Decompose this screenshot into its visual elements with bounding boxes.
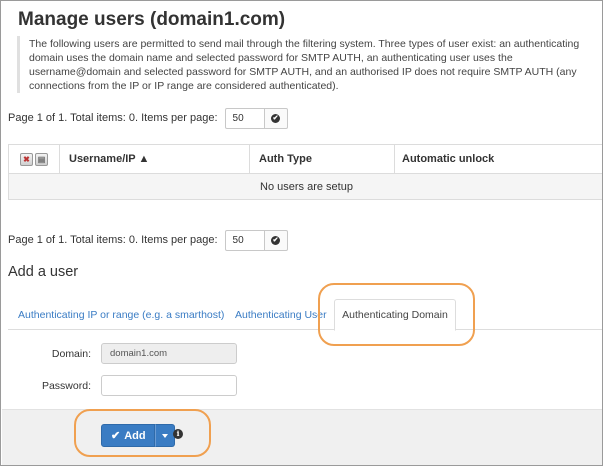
items-per-page-input-bottom[interactable]: 50 — [224, 229, 265, 251]
pager-top: Page 1 of 1. Total items: 0. Items per p… — [8, 107, 288, 129]
add-dropdown-toggle[interactable] — [154, 424, 175, 447]
add-user-tabs: Authenticating IP or range (e.g. a smart… — [8, 299, 602, 331]
info-icon[interactable]: i — [173, 429, 183, 439]
password-field[interactable] — [101, 375, 237, 396]
tab-authenticating-user[interactable]: Authenticating User — [235, 299, 327, 330]
pager-bottom-text: Page 1 of 1. Total items: 0. Items per p… — [8, 234, 218, 246]
table-empty-message: No users are setup — [9, 174, 602, 199]
items-per-page-apply-button-bottom[interactable]: ✔ — [264, 229, 288, 251]
items-per-page-apply-button-top[interactable]: ✔ — [264, 107, 288, 129]
password-label: Password: — [41, 380, 91, 392]
users-table: ✖ ▤ Username/IP ▲ Auth Type Automatic un… — [8, 144, 602, 200]
column-header-username[interactable]: Username/IP ▲ — [60, 145, 250, 173]
add-button-label: Add — [124, 429, 146, 442]
page-description: The following users are permitted to sen… — [17, 36, 602, 93]
domain-label: Domain: — [51, 348, 91, 360]
table-header-row: ✖ ▤ Username/IP ▲ Auth Type Automatic un… — [9, 145, 602, 174]
pager-bottom: Page 1 of 1. Total items: 0. Items per p… — [8, 229, 288, 251]
column-header-automatic-unlock[interactable]: Automatic unlock — [395, 145, 602, 173]
select-all-icon[interactable]: ▤ — [35, 152, 48, 166]
table-header-actions: ✖ ▤ — [9, 145, 60, 173]
tab-authenticating-domain[interactable]: Authenticating Domain — [334, 299, 456, 331]
pager-top-text: Page 1 of 1. Total items: 0. Items per p… — [8, 112, 218, 124]
form-footer — [2, 409, 602, 465]
tab-authenticating-ip[interactable]: Authenticating IP or range (e.g. a smart… — [18, 299, 224, 330]
domain-field: domain1.com — [101, 343, 237, 364]
add-user-heading: Add a user — [8, 264, 79, 280]
check-circle-icon: ✔ — [271, 235, 281, 245]
window-frame: Manage users (domain1.com) The following… — [0, 0, 603, 466]
caret-down-icon — [161, 433, 168, 438]
column-header-auth-type[interactable]: Auth Type — [250, 145, 395, 173]
page-title: Manage users (domain1.com) — [18, 9, 286, 30]
add-button-group: ✔ Add — [101, 424, 175, 447]
add-button[interactable]: ✔ Add — [101, 424, 155, 447]
items-per-page-input-top[interactable]: 50 — [224, 107, 265, 129]
check-icon: ✔ — [111, 430, 121, 442]
check-circle-icon: ✔ — [271, 113, 281, 123]
delete-selected-icon[interactable]: ✖ — [20, 152, 33, 166]
